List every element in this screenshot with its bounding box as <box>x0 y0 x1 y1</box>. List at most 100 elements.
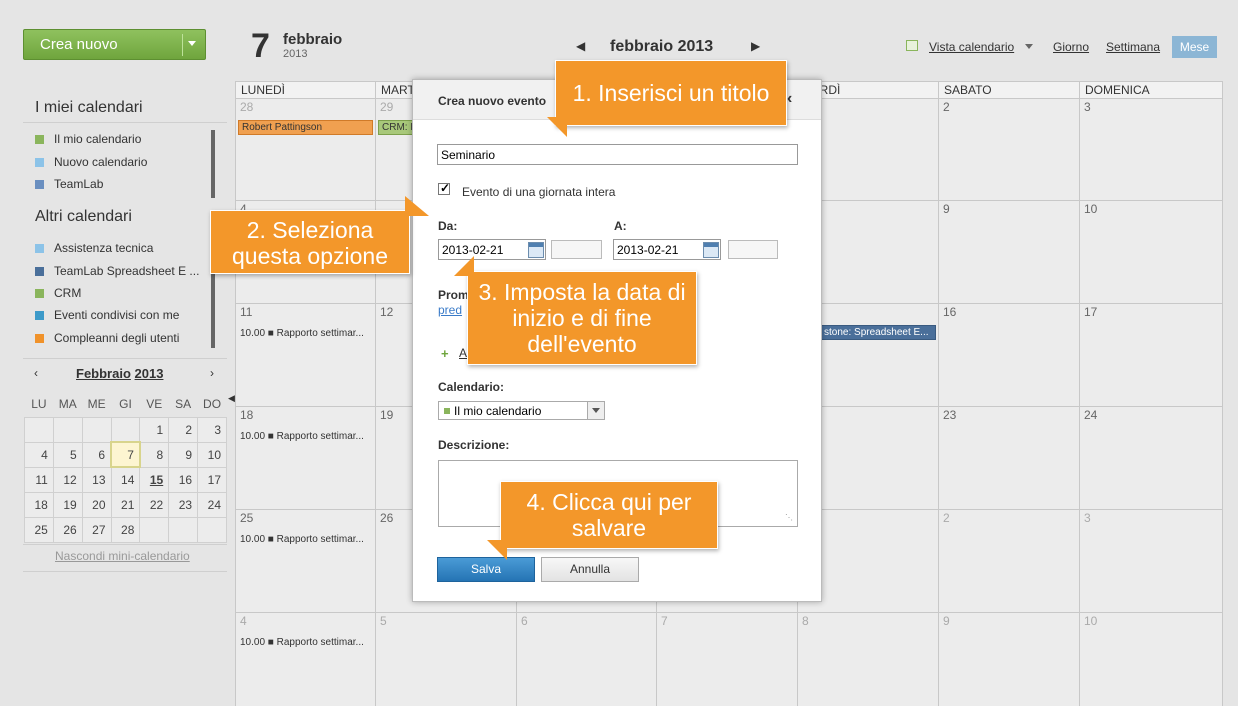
view-month-tab[interactable]: Mese <box>1172 36 1217 58</box>
calendar-item-crm[interactable]: CRM <box>35 286 81 300</box>
mini-day-cell[interactable]: 15 <box>139 466 170 493</box>
day-cell-number[interactable]: 9 <box>943 202 950 216</box>
save-button[interactable]: Salva <box>437 557 535 582</box>
mini-day-cell[interactable]: 22 <box>139 491 170 518</box>
from-time-input[interactable] <box>551 240 602 259</box>
plus-icon[interactable]: + <box>441 346 449 361</box>
day-cell-number[interactable]: 23 <box>943 408 956 422</box>
day-cell-number[interactable]: 26 <box>380 511 393 525</box>
mini-day-cell[interactable]: 4 <box>24 441 54 468</box>
mini-day-cell[interactable]: 10 <box>197 441 227 468</box>
day-cell-number[interactable]: 24 <box>1084 408 1097 422</box>
mini-day-cell[interactable]: 16 <box>168 466 199 493</box>
calendar-item-spreadsheet[interactable]: TeamLab Spreadsheet E ... <box>35 264 199 278</box>
calendar-item-il-mio[interactable]: Il mio calendario <box>35 132 141 146</box>
calendar-item-teamlab[interactable]: TeamLab <box>35 177 103 191</box>
mini-day-cell[interactable]: 6 <box>81 441 112 468</box>
mini-next-icon[interactable]: › <box>210 366 214 380</box>
day-cell-number[interactable]: 29 <box>380 100 393 114</box>
day-cell-number[interactable]: 16 <box>943 305 956 319</box>
day-cell-number[interactable]: 7 <box>661 614 668 628</box>
mini-day-cell[interactable]: 24 <box>197 491 227 518</box>
calendar-item-nuovo[interactable]: Nuovo calendario <box>35 155 147 169</box>
day-cell-number[interactable]: 8 <box>802 614 809 628</box>
close-icon[interactable]: ‹ <box>787 90 792 108</box>
mini-day-cell[interactable]: 25 <box>24 516 54 543</box>
mini-day-cell[interactable]: 21 <box>110 491 141 518</box>
calendar-item-assistenza[interactable]: Assistenza tecnica <box>35 241 153 255</box>
mini-day-cell[interactable]: 1 <box>139 416 170 443</box>
mini-day-cell[interactable]: 3 <box>197 416 227 443</box>
callout-2-line-1: 2. Seleziona <box>246 217 374 243</box>
chevron-down-icon[interactable] <box>587 402 604 419</box>
day-cell-number[interactable]: 28 <box>240 100 253 114</box>
mini-day-cell[interactable]: 27 <box>81 516 112 543</box>
mini-day-cell[interactable]: 11 <box>24 466 54 493</box>
next-month-icon[interactable]: ▶ <box>751 39 760 53</box>
day-cell-number[interactable]: 3 <box>1084 511 1091 525</box>
mini-month[interactable]: Febbraio <box>76 366 131 381</box>
mini-day-cell[interactable]: 23 <box>168 491 199 518</box>
event-weekly-report[interactable]: 10.00 ■ Rapporto settimar... <box>240 637 364 648</box>
cancel-button[interactable]: Annulla <box>541 557 639 582</box>
mini-year[interactable]: 2013 <box>135 366 164 381</box>
mini-day-cell[interactable]: 28 <box>110 516 141 543</box>
day-cell-number[interactable]: 2 <box>943 100 950 114</box>
reminder-link[interactable]: pred <box>438 303 462 317</box>
day-cell-number[interactable]: 6 <box>521 614 528 628</box>
prev-month-icon[interactable]: ◀ <box>576 39 585 53</box>
mini-day-cell[interactable]: 9 <box>168 441 199 468</box>
event-weekly-report[interactable]: 10.00 ■ Rapporto settimar... <box>240 328 364 339</box>
mini-day-cell[interactable]: 7 <box>110 441 141 468</box>
day-cell-number[interactable]: 4 <box>240 614 247 628</box>
day-cell-number[interactable]: 12 <box>380 305 393 319</box>
event-chip-birthday[interactable]: Robert Pattingson <box>238 120 373 135</box>
hide-mini-calendar-link[interactable]: Nascondi mini-calendario <box>55 549 190 563</box>
add-link[interactable]: A <box>459 346 467 360</box>
mini-day-cell[interactable]: 19 <box>52 491 83 518</box>
day-cell-number[interactable]: 17 <box>1084 305 1097 319</box>
day-cell-number[interactable]: 2 <box>943 511 950 525</box>
day-cell-number[interactable]: 10 <box>1084 202 1097 216</box>
day-cell-number[interactable]: 19 <box>380 408 393 422</box>
event-chip-milestone[interactable]: stone: Spreadsheet E... <box>820 325 936 340</box>
day-cell-number[interactable]: 11 <box>240 305 252 319</box>
event-weekly-report[interactable]: 10.00 ■ Rapporto settimar... <box>240 534 364 545</box>
mini-day-cell[interactable]: 14 <box>110 466 141 493</box>
mini-day-cell[interactable]: 12 <box>52 466 83 493</box>
day-cell-number[interactable]: 5 <box>380 614 387 628</box>
day-cell-number[interactable]: 18 <box>240 408 253 422</box>
mini-day-cell[interactable]: 2 <box>168 416 199 443</box>
mini-day-cell[interactable]: 5 <box>52 441 83 468</box>
to-time-input[interactable] <box>728 240 778 259</box>
view-calendar-dropdown[interactable]: Vista calendario <box>929 40 1014 54</box>
day-cell-number[interactable]: 10 <box>1084 614 1097 628</box>
mini-day-cell[interactable]: 13 <box>81 466 112 493</box>
calendar-select[interactable]: Il mio calendario <box>438 401 605 420</box>
day-cell-number[interactable]: 3 <box>1084 100 1091 114</box>
collapse-sidebar-icon[interactable]: ◀ <box>228 393 235 404</box>
event-weekly-report[interactable]: 10.00 ■ Rapporto settimar... <box>240 431 364 442</box>
resize-handle-icon[interactable]: ⋱ <box>785 513 793 522</box>
event-chip-crm[interactable]: CRM: F <box>378 120 414 135</box>
day-cell-number[interactable]: 25 <box>240 511 253 525</box>
mini-day-cell[interactable]: 20 <box>81 491 112 518</box>
chevron-down-icon[interactable] <box>1025 44 1033 49</box>
date-picker-icon[interactable] <box>703 242 719 258</box>
date-picker-icon[interactable] <box>528 242 544 258</box>
create-new-button[interactable]: Crea nuovo <box>23 29 206 60</box>
mini-day-cell[interactable]: 18 <box>24 491 54 518</box>
scrollbar[interactable] <box>211 130 215 198</box>
calendar-item-birthdays[interactable]: Compleanni degli utenti <box>35 331 179 345</box>
day-cell-number[interactable]: 9 <box>943 614 950 628</box>
mini-day-cell[interactable]: 17 <box>197 466 227 493</box>
view-week-tab[interactable]: Settimana <box>1106 40 1160 54</box>
mini-prev-icon[interactable]: ‹ <box>34 366 38 380</box>
view-day-tab[interactable]: Giorno <box>1053 40 1089 54</box>
event-title-input[interactable] <box>437 144 798 165</box>
calendar-item-shared-events[interactable]: Eventi condivisi con me <box>35 308 179 322</box>
allday-checkbox[interactable]: ✓ <box>438 181 450 195</box>
mini-day-cell[interactable]: 26 <box>52 516 83 543</box>
mini-day-cell[interactable]: 8 <box>139 441 170 468</box>
chevron-down-icon[interactable] <box>188 41 196 46</box>
